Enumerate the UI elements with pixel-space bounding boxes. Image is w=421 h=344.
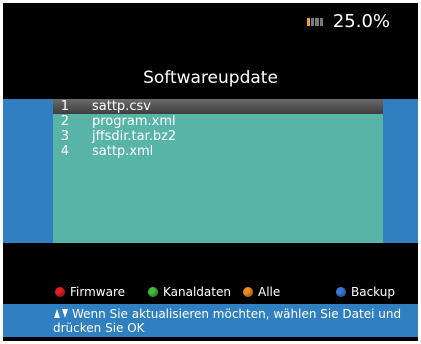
legend-label: Alle [258, 285, 281, 299]
legend-red-firmware[interactable]: Firmware [55, 284, 125, 300]
legend-blue-backup[interactable]: Backup [336, 284, 395, 300]
help-bar: Wenn Sie aktualisieren möchten, wählen S… [3, 304, 418, 337]
red-button-icon [55, 287, 65, 297]
list-item-number: 4 [60, 144, 69, 159]
list-item-number: 2 [60, 114, 69, 129]
list-item-3[interactable]: 3 jffsdir.tar.bz2 [53, 129, 383, 144]
list-item-name: sattp.csv [92, 99, 151, 114]
progress-value: 25.0% [332, 11, 390, 32]
status-indicator: 25.0% [306, 11, 390, 32]
help-text: Wenn Sie aktualisieren möchten, wählen S… [53, 307, 402, 335]
list-item-number: 3 [60, 129, 69, 144]
list-item-name: sattp.xml [92, 144, 154, 159]
help-text-container: Wenn Sie aktualisieren möchten, wählen S… [53, 307, 403, 335]
blue-button-icon [336, 287, 346, 297]
list-item-2[interactable]: 2 program.xml [53, 114, 383, 129]
color-key-legend: Firmware Kanaldaten Alle Backup [3, 284, 418, 300]
list-item-name: program.xml [92, 114, 176, 129]
legend-label: Firmware [70, 285, 125, 299]
list-item-name: jffsdir.tar.bz2 [92, 129, 177, 144]
legend-label: Kanaldaten [163, 285, 231, 299]
progress-meter-icon [306, 17, 324, 26]
page-title: Softwareupdate [143, 68, 278, 88]
list-item-1[interactable]: 1 sattp.csv [53, 99, 383, 114]
list-item-number: 1 [60, 99, 69, 114]
legend-green-kanaldaten[interactable]: Kanaldaten [148, 284, 231, 300]
green-button-icon [148, 287, 158, 297]
update-screen: 25.0% Softwareupdate 1 sattp.csv 2 progr… [3, 3, 418, 341]
orange-button-icon [243, 287, 253, 297]
legend-orange-alle[interactable]: Alle [243, 284, 280, 300]
file-list[interactable]: 1 sattp.csv 2 program.xml 3 jffsdir.tar.… [53, 99, 383, 243]
legend-label: Backup [351, 285, 395, 299]
list-item-4[interactable]: 4 sattp.xml [53, 144, 383, 159]
up-down-arrows-icon [54, 309, 68, 318]
